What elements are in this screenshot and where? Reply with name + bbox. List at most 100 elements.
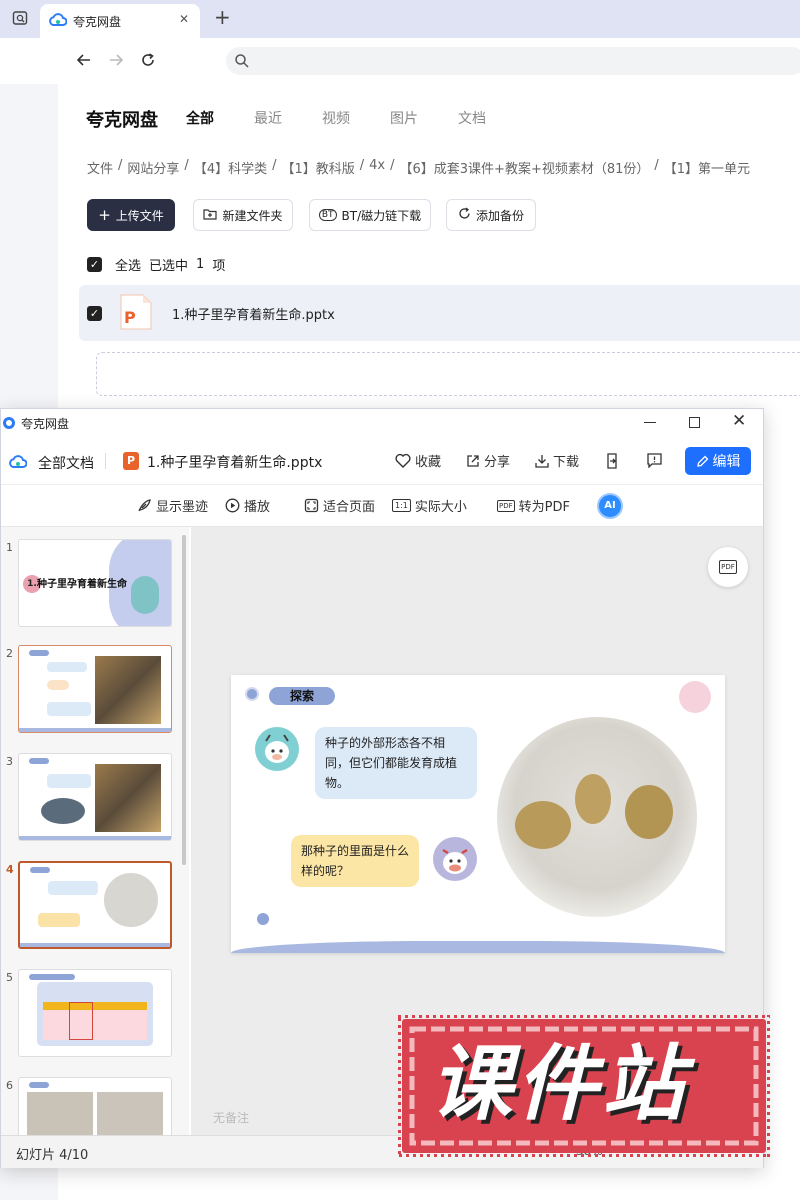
forward-arrow-icon[interactable]: [108, 52, 124, 72]
favorite-button[interactable]: 收藏: [395, 451, 441, 470]
all-docs-link[interactable]: 全部文档: [38, 453, 94, 473]
slide-tag: 探索: [269, 687, 335, 705]
thumb-tag: [30, 867, 50, 873]
upload-button[interactable]: + 上传文件: [87, 199, 175, 231]
reload-icon[interactable]: [140, 52, 156, 72]
backup-label: 添加备份: [475, 208, 524, 223]
breadcrumb-sep: /: [184, 158, 189, 173]
ppt-icon: P: [123, 452, 139, 470]
breadcrumb-item[interactable]: 【6】成套3课件+教案+视频素材（81份）: [400, 158, 650, 177]
export-icon[interactable]: [605, 453, 619, 473]
fit-page-button[interactable]: 适合页面: [304, 496, 375, 515]
show-ink-button[interactable]: 显示墨迹: [137, 496, 208, 515]
thumb-photo: [27, 1092, 93, 1135]
folder-plus-icon: [203, 208, 218, 223]
viewer-window-title: 夸克网盘: [21, 417, 70, 431]
notes-text: 无备注: [213, 1111, 250, 1125]
thumb-footer: [20, 943, 170, 947]
file-checkbox[interactable]: ✓: [87, 306, 102, 321]
download-icon: [535, 454, 549, 468]
slide-counter: 幻灯片 4/10: [16, 1148, 89, 1163]
play-button[interactable]: 播放: [225, 496, 270, 515]
tab-search-icon[interactable]: [12, 10, 28, 26]
app-logo-icon: [3, 417, 15, 429]
fit-label: 适合页面: [323, 500, 376, 515]
selected-unit: 项: [212, 259, 226, 274]
browser-tab-bar: 夸克网盘 ✕ +: [0, 0, 800, 38]
actual-size-button[interactable]: 1:1 实际大小: [392, 496, 467, 515]
share-icon: [467, 454, 479, 467]
upload-dropzone[interactable]: [96, 352, 800, 396]
tab-video[interactable]: 视频: [322, 108, 350, 128]
pdf-label: 转为PDF: [518, 500, 570, 515]
tab-all[interactable]: 全部: [186, 108, 214, 128]
pencil-icon: [696, 455, 708, 467]
breadcrumb-item[interactable]: 【4】科学类: [194, 158, 267, 177]
minimize-icon[interactable]: [644, 422, 656, 423]
slide-thumb-2[interactable]: [18, 645, 172, 733]
bubble-1-text: 种子的外部形态各不相同，但它们都能发育成植物。: [325, 736, 458, 790]
slide-thumb-3[interactable]: [18, 753, 172, 841]
actual-label: 实际大小: [414, 500, 467, 515]
mascot-avatar-icon: [255, 727, 299, 771]
slide-thumbnail-panel[interactable]: 1 1. 种子里孕育着新生命 2 3 4 5 6: [1, 527, 189, 1135]
brand-title: 夸克网盘: [86, 110, 158, 131]
breadcrumb-item[interactable]: 【1】第一单元: [664, 158, 750, 177]
svg-text:P: P: [124, 308, 136, 327]
add-backup-button[interactable]: 添加备份: [446, 199, 536, 231]
tab-title: 夸克网盘: [73, 15, 122, 29]
pdf-float-button[interactable]: PDF: [708, 547, 748, 587]
slide-thumb-6[interactable]: [18, 1077, 172, 1135]
bt-download-button[interactable]: BT BT/磁力链下载: [309, 199, 431, 231]
thumb-number: 5: [6, 971, 13, 984]
tab-doc[interactable]: 文档: [458, 108, 486, 128]
to-pdf-button[interactable]: PDF 转为PDF: [497, 496, 570, 515]
feedback-icon[interactable]: [647, 453, 662, 472]
thumb-seeds-image: [95, 764, 161, 832]
breadcrumb-item[interactable]: 网站分享: [127, 158, 179, 177]
thumb-table-highlight: [69, 1002, 93, 1040]
fit-icon: [304, 498, 319, 513]
browser-tab[interactable]: 夸克网盘 ✕: [40, 4, 200, 38]
speech-bubble-1: 种子的外部形态各不相同，但它们都能发育成植物。: [315, 727, 477, 799]
slide-footer-bar: [231, 941, 725, 953]
viewer-header: 全部文档 P 1.种子里孕育着新生命.pptx 收藏 分享 下载 编辑: [1, 437, 763, 485]
selected-label: 已选中: [149, 259, 189, 274]
slide-thumb-5[interactable]: [18, 969, 172, 1057]
heart-icon: [395, 453, 411, 468]
new-folder-button[interactable]: 新建文件夹: [193, 199, 293, 231]
maximize-icon[interactable]: [689, 417, 700, 428]
slide-thumb-4-selected[interactable]: [18, 861, 172, 949]
breadcrumb-item[interactable]: 4x: [369, 158, 385, 177]
file-name[interactable]: 1.种子里孕育着新生命.pptx: [172, 304, 335, 323]
seed-photo: [497, 717, 697, 917]
divider: [105, 453, 106, 469]
thumb-table-header: [43, 1002, 147, 1010]
thumb-number: 3: [6, 755, 13, 768]
thumb-scrollbar[interactable]: [182, 535, 186, 865]
slide-thumb-1[interactable]: 1. 种子里孕育着新生命: [18, 539, 172, 627]
tab-image[interactable]: 图片: [390, 108, 418, 128]
breadcrumb-sep: /: [118, 158, 123, 173]
cloud-logo-icon: [49, 12, 68, 31]
back-arrow-icon[interactable]: [76, 52, 92, 72]
breadcrumb-item[interactable]: 文件: [87, 158, 113, 177]
share-button[interactable]: 分享: [466, 451, 510, 470]
thumb-bubble: [47, 702, 91, 716]
thumb-mascot: [131, 576, 159, 614]
address-bar[interactable]: [226, 47, 800, 75]
browser-toolbar: [0, 38, 800, 84]
play-icon: [225, 498, 240, 513]
breadcrumb-item[interactable]: 【1】教科版: [281, 158, 354, 177]
download-button[interactable]: 下载: [535, 451, 579, 470]
selection-bar: ✓ 全选 已选中 1 项: [87, 255, 225, 274]
tab-close-icon[interactable]: ✕: [179, 12, 189, 26]
tab-recent[interactable]: 最近: [254, 108, 282, 128]
file-row[interactable]: ✓ P 1.种子里孕育着新生命.pptx: [79, 285, 800, 341]
ai-assistant-icon[interactable]: AI: [597, 493, 623, 519]
new-tab-button[interactable]: +: [214, 5, 231, 29]
select-all-checkbox[interactable]: ✓: [87, 257, 102, 272]
close-window-icon[interactable]: ✕: [732, 411, 746, 431]
edit-button[interactable]: 编辑: [685, 447, 751, 475]
current-slide: 探索 种子的外部形态各不相同，但它们都能发育成植物。 那种子的里面是什么样的呢？: [231, 675, 725, 953]
